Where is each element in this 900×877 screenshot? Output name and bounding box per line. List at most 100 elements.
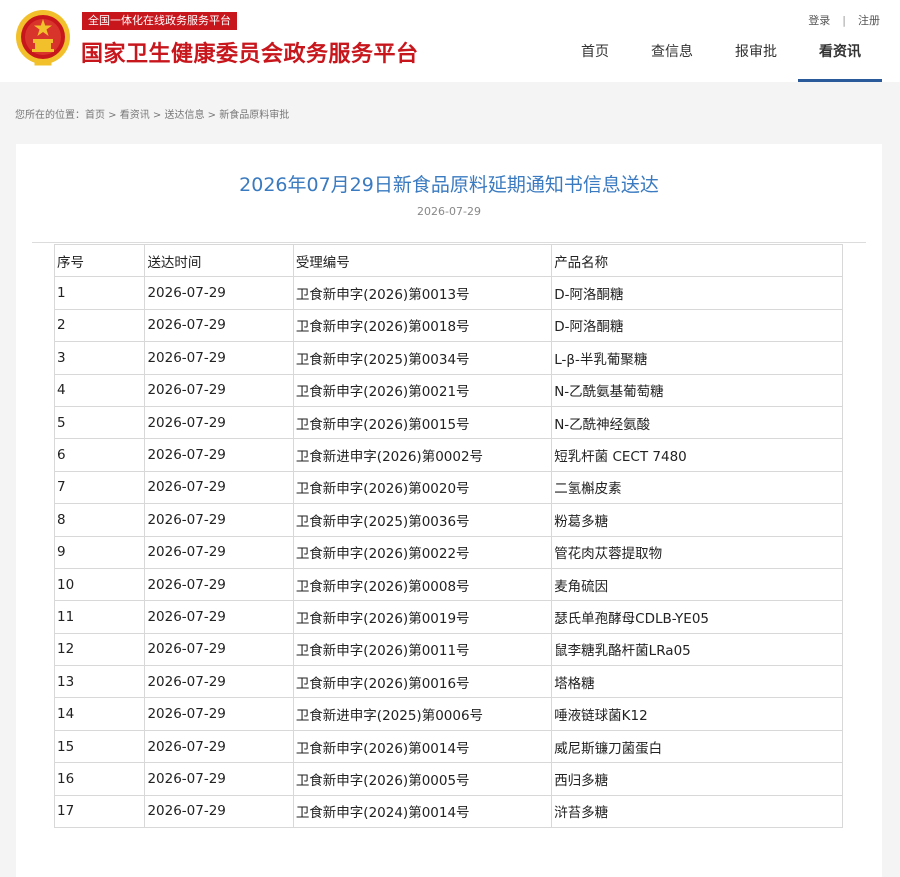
cell-product-name: 唾液链球菌K12 [551, 697, 843, 731]
breadcrumb-home[interactable]: 首页 [85, 110, 105, 121]
cell-product-name: D-阿洛酮糖 [551, 276, 843, 310]
cell-delivery-time: 2026-07-29 [144, 373, 294, 407]
cell-acceptance-number: 卫食新申字(2026)第0021号 [292, 373, 553, 407]
register-link[interactable]: 注册 [858, 14, 880, 27]
cell-delivery-time: 2026-07-29 [144, 665, 294, 699]
cell-index: 15 [53, 729, 146, 764]
cell-delivery-time: 2026-07-29 [144, 600, 294, 634]
cell-acceptance-number: 卫食新申字(2026)第0015号 [292, 405, 553, 440]
table-row: 2 2026-07-29 卫食新申字(2026)第0018号 D-阿洛酮糖 [53, 308, 843, 343]
cell-index: 17 [53, 794, 146, 829]
login-link[interactable]: 登录 [808, 14, 830, 27]
cell-index: 3 [53, 341, 146, 375]
cell-product-name: 威尼斯镰刀菌蛋白 [551, 729, 843, 764]
breadcrumb-separator: > [105, 110, 120, 121]
breadcrumb-prefix: 您所在的位置： [15, 110, 85, 121]
cell-product-name: 西归多糖 [551, 762, 843, 796]
cell-product-name: 二氢槲皮素 [551, 470, 843, 505]
table-header-row: 序号 送达时间 受理编号 产品名称 [53, 243, 843, 278]
cell-acceptance-number: 卫食新申字(2025)第0036号 [292, 503, 553, 537]
table-row: 12 2026-07-29 卫食新申字(2026)第0011号 鼠李糖乳酪杆菌LRa0… [53, 632, 843, 667]
breadcrumb: 您所在的位置：首页 > 看资讯 > 送达信息 > 新食品原料审批 [15, 106, 289, 121]
breadcrumb-separator: > [149, 110, 165, 121]
table-row: 9 2026-07-29 卫食新申字(2026)第0022号 管花肉苁蓉提取物 [53, 535, 843, 569]
cell-acceptance-number: 卫食新申字(2026)第0019号 [292, 600, 553, 634]
breadcrumb-separator: > [204, 110, 220, 121]
cell-index: 9 [53, 535, 146, 569]
table-row: 15 2026-07-29 卫食新申字(2026)第0014号 威尼斯镰刀菌蛋白 [53, 729, 843, 764]
cell-index: 2 [53, 308, 146, 343]
cell-acceptance-number: 卫食新进申字(2026)第0002号 [292, 438, 553, 472]
table-row: 3 2026-07-29 卫食新申字(2025)第0034号 L-β-半乳葡聚糖 [53, 341, 843, 375]
cell-delivery-time: 2026-07-29 [144, 405, 294, 440]
nav-item-submit-approval[interactable]: 报审批 [714, 44, 798, 82]
column-header-acceptance-number: 受理编号 [292, 243, 553, 278]
cell-index: 14 [53, 697, 146, 731]
column-header-delivery-time: 送达时间 [144, 243, 294, 278]
cell-acceptance-number: 卫食新申字(2026)第0008号 [292, 567, 553, 602]
cell-product-name: D-阿洛酮糖 [551, 308, 843, 343]
cell-index: 16 [53, 762, 146, 796]
cell-product-name: 塔格糖 [551, 665, 843, 699]
cell-index: 8 [53, 503, 146, 537]
column-header-product-name: 产品名称 [551, 243, 843, 278]
table-row: 1 2026-07-29 卫食新申字(2026)第0013号 D-阿洛酮糖 [53, 276, 843, 310]
nav-item-news[interactable]: 看资讯 [798, 44, 882, 82]
cell-product-name: N-乙酰神经氨酸 [551, 405, 843, 440]
cell-product-name: 短乳杆菌 CECT 7480 [551, 438, 843, 472]
title-divider [32, 242, 866, 243]
cell-index: 6 [53, 438, 146, 472]
cell-delivery-time: 2026-07-29 [144, 438, 294, 472]
table-row: 4 2026-07-29 卫食新申字(2026)第0021号 N-乙酰氨基葡萄糖 [53, 373, 843, 407]
table-row: 11 2026-07-29 卫食新申字(2026)第0019号 瑟氏单孢酵母CDLB-… [53, 600, 843, 634]
cell-acceptance-number: 卫食新申字(2025)第0034号 [292, 341, 553, 375]
cell-product-name: 瑟氏单孢酵母CDLB-YE05 [551, 600, 843, 634]
table-row: 14 2026-07-29 卫食新进申字(2025)第0006号 唾液链球菌K12 [53, 697, 843, 731]
auth-links: 登录 | 注册 [808, 12, 880, 28]
cell-index: 13 [53, 665, 146, 699]
cell-index: 4 [53, 373, 146, 407]
national-emblem-icon[interactable] [14, 8, 72, 66]
nav-item-home[interactable]: 首页 [560, 44, 630, 82]
cell-delivery-time: 2026-07-29 [144, 762, 294, 796]
breadcrumb-new-food-approval[interactable]: 新食品原料审批 [219, 110, 289, 121]
cell-acceptance-number: 卫食新申字(2026)第0016号 [292, 665, 553, 699]
delivery-table: 序号 送达时间 受理编号 产品名称 1 2026-07-29 卫食新申字(2026)… [53, 243, 843, 829]
cell-delivery-time: 2026-07-29 [144, 697, 294, 731]
cell-acceptance-number: 卫食新申字(2026)第0018号 [292, 308, 553, 343]
cell-delivery-time: 2026-07-29 [144, 470, 294, 505]
column-header-index: 序号 [53, 243, 146, 278]
table-row: 7 2026-07-29 卫食新申字(2026)第0020号 二氢槲皮素 [53, 470, 843, 505]
site-header: 全国一体化在线政务服务平台 国家卫生健康委员会政务服务平台 登录 | 注册 首页 查… [0, 0, 900, 82]
cell-delivery-time: 2026-07-29 [144, 308, 294, 343]
cell-acceptance-number: 卫食新申字(2026)第0022号 [292, 535, 553, 569]
breadcrumb-news[interactable]: 看资讯 [120, 110, 150, 121]
cell-product-name: 鼠李糖乳酪杆菌LRa05 [551, 632, 843, 667]
cell-acceptance-number: 卫食新申字(2026)第0014号 [292, 729, 553, 764]
cell-product-name: 管花肉苁蓉提取物 [551, 535, 843, 569]
table-row: 8 2026-07-29 卫食新申字(2025)第0036号 粉葛多糖 [53, 503, 843, 537]
article-title: 2026年07月29日新食品原料延期通知书信息送达 [239, 174, 659, 196]
cell-delivery-time: 2026-07-29 [144, 341, 294, 375]
cell-delivery-time: 2026-07-29 [144, 632, 294, 667]
nav-item-query-info[interactable]: 查信息 [630, 44, 714, 82]
cell-acceptance-number: 卫食新申字(2026)第0020号 [292, 470, 553, 505]
platform-tagline: 全国一体化在线政务服务平台 [82, 12, 237, 30]
breadcrumb-delivery-info[interactable]: 送达信息 [165, 110, 205, 121]
cell-delivery-time: 2026-07-29 [144, 567, 294, 602]
main-nav: 首页 查信息 报审批 看资讯 [560, 44, 882, 82]
cell-index: 1 [53, 276, 146, 310]
cell-index: 12 [53, 632, 146, 667]
cell-acceptance-number: 卫食新申字(2026)第0011号 [292, 632, 553, 667]
cell-acceptance-number: 卫食新进申字(2025)第0006号 [292, 697, 553, 731]
cell-index: 10 [53, 567, 146, 602]
cell-index: 11 [53, 600, 146, 634]
article-card: 2026年07月29日新食品原料延期通知书信息送达 2026-07-29 序号 … [16, 144, 882, 877]
cell-index: 7 [53, 470, 146, 505]
table-row: 13 2026-07-29 卫食新申字(2026)第0016号 塔格糖 [53, 665, 843, 699]
cell-delivery-time: 2026-07-29 [144, 794, 294, 829]
cell-acceptance-number: 卫食新申字(2024)第0014号 [292, 794, 553, 829]
cell-delivery-time: 2026-07-29 [144, 729, 294, 764]
site-title[interactable]: 国家卫生健康委员会政务服务平台 [81, 36, 419, 68]
table-row: 16 2026-07-29 卫食新申字(2026)第0005号 西归多糖 [53, 762, 843, 796]
